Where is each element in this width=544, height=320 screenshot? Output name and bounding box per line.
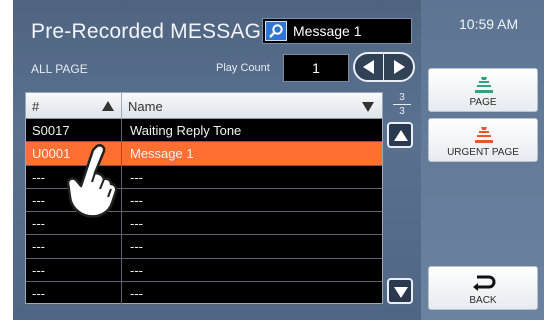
- back-arrow-icon: [473, 275, 496, 291]
- table-header: # Name: [26, 93, 382, 119]
- all-page-label: ALL PAGE: [31, 62, 88, 76]
- speaker-icon: [475, 77, 493, 93]
- row-number: ---: [32, 192, 45, 208]
- urgent-speaker-icon: [475, 127, 493, 143]
- increase-button[interactable]: [384, 54, 413, 80]
- page-indicator: 3 3: [387, 92, 417, 117]
- arrow-down-icon: [394, 287, 408, 298]
- decrease-button[interactable]: [355, 54, 384, 80]
- row-number: ---: [32, 239, 45, 255]
- row-name: ---: [130, 262, 143, 278]
- search-icon[interactable]: [265, 21, 287, 41]
- table-row[interactable]: S0017 Waiting Reply Tone: [26, 119, 382, 143]
- column-number-header[interactable]: #: [32, 99, 39, 114]
- row-name: Message 1: [130, 146, 194, 162]
- row-name: ---: [130, 239, 143, 255]
- urgent-page-button-label: URGENT PAGE: [447, 147, 519, 158]
- play-count-label: Play Count: [216, 62, 270, 74]
- table-row[interactable]: --- ---: [26, 235, 382, 259]
- sort-descending-icon[interactable]: [362, 102, 374, 112]
- row-name: Waiting Reply Tone: [130, 123, 242, 138]
- row-name: ---: [130, 216, 143, 232]
- page-current: 3: [399, 92, 405, 103]
- arrow-right-icon: [394, 60, 405, 74]
- column-name-header[interactable]: Name: [128, 99, 163, 114]
- row-name: ---: [130, 192, 143, 208]
- search-field[interactable]: Message 1: [262, 18, 412, 44]
- row-number: ---: [32, 262, 45, 278]
- column-divider: [121, 93, 122, 119]
- table-row[interactable]: --- ---: [26, 282, 382, 306]
- pointing-hand-icon: [66, 144, 118, 218]
- page-button-label: PAGE: [469, 97, 497, 108]
- page-button[interactable]: PAGE: [428, 68, 538, 112]
- sort-ascending-icon[interactable]: [102, 101, 114, 111]
- urgent-page-button[interactable]: URGENT PAGE: [428, 118, 538, 162]
- row-number: ---: [32, 169, 45, 185]
- table-row[interactable]: --- ---: [26, 258, 382, 283]
- back-button-label: BACK: [469, 295, 497, 306]
- search-value: Message 1: [293, 23, 362, 39]
- row-number: ---: [32, 216, 45, 232]
- back-button[interactable]: BACK: [428, 266, 538, 310]
- scroll-down-button[interactable]: [387, 278, 413, 304]
- arrow-left-icon: [363, 60, 374, 74]
- touch-screen: Pre-Recorded MESSAGES Message 1 10:59 AM…: [13, 0, 544, 320]
- row-name: ---: [130, 286, 143, 302]
- row-number: S0017: [32, 123, 70, 138]
- column-divider: [121, 119, 122, 142]
- scroll-up-button[interactable]: [387, 122, 413, 148]
- play-count-stepper: [353, 52, 415, 82]
- page-total: 3: [399, 106, 405, 117]
- clock: 10:59 AM: [459, 16, 519, 32]
- column-divider: [121, 235, 122, 258]
- row-name: ---: [130, 169, 143, 185]
- page-title: Pre-Recorded MESSAGES: [31, 20, 290, 43]
- column-divider: [121, 258, 122, 282]
- arrow-up-icon: [394, 130, 408, 141]
- column-divider: [121, 282, 122, 305]
- play-count-field[interactable]: 1: [283, 54, 349, 82]
- row-number: ---: [32, 286, 45, 302]
